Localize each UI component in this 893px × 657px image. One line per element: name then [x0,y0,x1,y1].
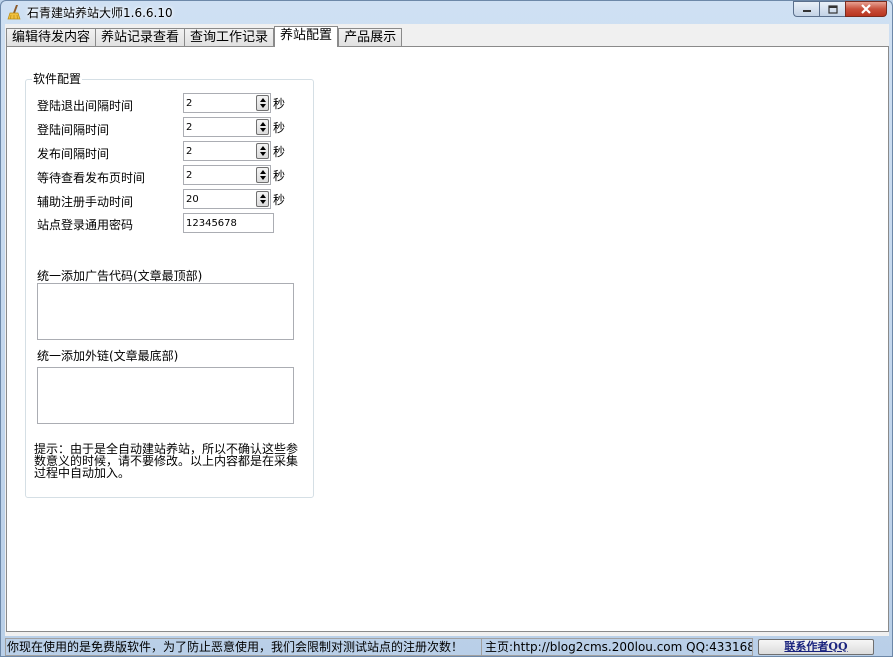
maximize-button[interactable] [819,1,845,17]
arrow-down-icon[interactable] [260,152,266,156]
spin-arrows[interactable] [256,167,269,183]
group-title: 软件配置 [33,72,82,86]
close-icon [861,4,871,14]
arrow-down-icon[interactable] [260,176,266,180]
broom-icon [7,5,21,20]
minimize-button[interactable] [793,1,819,17]
arrow-down-icon[interactable] [260,128,266,132]
seconds-unit: 秒 [273,121,286,135]
homepage-info: 主页:http://blog2cms.200lou.com QQ:433168 [481,637,753,656]
wait-view-label: 等待查看发布页时间 [37,171,146,185]
manual-register-label: 辅助注册手动时间 [37,195,134,209]
minimize-icon [802,10,811,12]
tab-site-records[interactable]: 养站记录查看 [95,28,186,47]
ad-code-label: 统一添加广告代码(文章最顶部) [37,269,203,283]
app-window: 石青建站养站大师1.6.6.10 编辑待发内容 养站记录查看 查询工作记录 养站… [0,0,893,657]
tab-products[interactable]: 产品展示 [338,28,403,47]
spin-arrows[interactable] [256,95,269,111]
publish-interval-label: 发布间隔时间 [37,147,110,161]
arrow-down-icon[interactable] [260,200,266,204]
spin-arrows[interactable] [256,191,269,207]
seconds-unit: 秒 [273,193,286,207]
password-input[interactable] [183,213,274,233]
window-controls [793,1,887,17]
login-interval-label: 登陆间隔时间 [37,123,110,137]
software-config-group: 软件配置 登陆退出间隔时间 秒 登陆间隔时间 秒 发布间隔时间 [25,73,314,498]
arrow-up-icon[interactable] [260,194,266,198]
title-bar[interactable]: 石青建站养站大师1.6.6.10 [1,1,892,23]
wait-view-input[interactable] [184,166,256,184]
maximize-icon [827,4,838,14]
tab-work-log[interactable]: 查询工作记录 [184,28,275,47]
login-interval-spinner [183,117,271,137]
spin-arrows[interactable] [256,143,269,159]
tab-site-config[interactable]: 养站配置 [274,26,339,47]
arrow-down-icon[interactable] [260,104,266,108]
arrow-up-icon[interactable] [260,170,266,174]
seconds-unit: 秒 [273,97,286,111]
logout-interval-spinner [183,93,271,113]
arrow-up-icon[interactable] [260,146,266,150]
wait-view-spinner [183,165,271,185]
login-interval-input[interactable] [184,118,256,136]
manual-register-input[interactable] [184,190,256,208]
window-title: 石青建站养站大师1.6.6.10 [27,6,173,20]
seconds-unit: 秒 [273,145,286,159]
tab-strip: 编辑待发内容 养站记录查看 查询工作记录 养站配置 产品展示 [6,26,403,47]
external-link-label: 统一添加外链(文章最底部) [37,349,179,363]
tab-edit-content[interactable]: 编辑待发内容 [6,28,97,47]
spin-arrows[interactable] [256,119,269,135]
config-panel: 软件配置 登陆退出间隔时间 秒 登陆间隔时间 秒 发布间隔时间 [6,46,889,632]
publish-interval-input[interactable] [184,142,256,160]
seconds-unit: 秒 [273,169,286,183]
logout-interval-label: 登陆退出间隔时间 [37,99,134,113]
status-bar: 你现在使用的是免费版软件，为了防止恶意使用，我们会限制对测试站点的注册次数！ 主… [5,637,889,656]
close-button[interactable] [845,1,887,17]
arrow-up-icon[interactable] [260,122,266,126]
status-message: 你现在使用的是免费版软件，为了防止恶意使用，我们会限制对测试站点的注册次数！ [5,637,481,656]
manual-register-spinner [183,189,271,209]
arrow-up-icon[interactable] [260,98,266,102]
publish-interval-spinner [183,141,271,161]
client-area: 编辑待发内容 养站记录查看 查询工作记录 养站配置 产品展示 软件配置 登陆退出… [5,24,889,636]
logout-interval-input[interactable] [184,94,256,112]
hint-text: 提示：由于是全自动建站养站，所以不确认这些参数意义的时候，请不要修改。以上内容都… [34,442,299,480]
ad-code-textarea[interactable] [37,283,294,340]
contact-author-button[interactable]: 联系作者QQ [758,638,874,655]
password-label: 站点登录通用密码 [37,218,134,232]
external-link-textarea[interactable] [37,367,294,424]
